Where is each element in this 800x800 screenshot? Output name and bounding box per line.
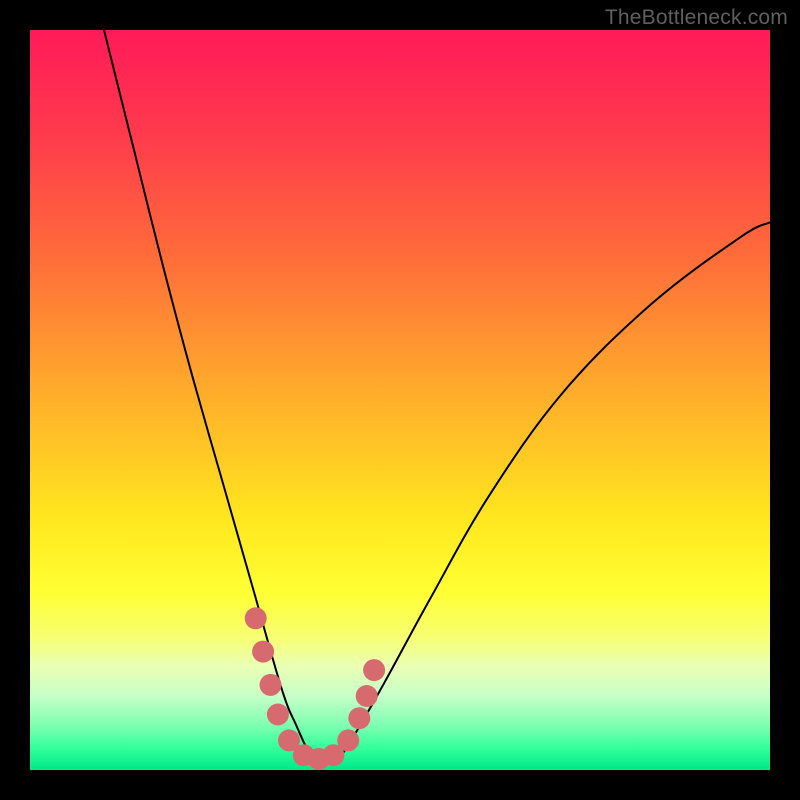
optimal-marker — [245, 607, 267, 629]
watermark-text: TheBottleneck.com — [605, 6, 788, 30]
plot-area — [30, 30, 770, 770]
chart-frame: TheBottleneck.com — [0, 0, 800, 800]
optimal-marker — [267, 704, 289, 726]
optimal-marker — [252, 641, 274, 663]
optimal-marker — [260, 674, 282, 696]
bottleneck-curve — [104, 30, 770, 763]
optimal-marker — [356, 685, 378, 707]
optimal-marker — [348, 707, 370, 729]
optimal-marker — [337, 729, 359, 751]
optimal-marker — [363, 659, 385, 681]
curve-layer — [30, 30, 770, 770]
